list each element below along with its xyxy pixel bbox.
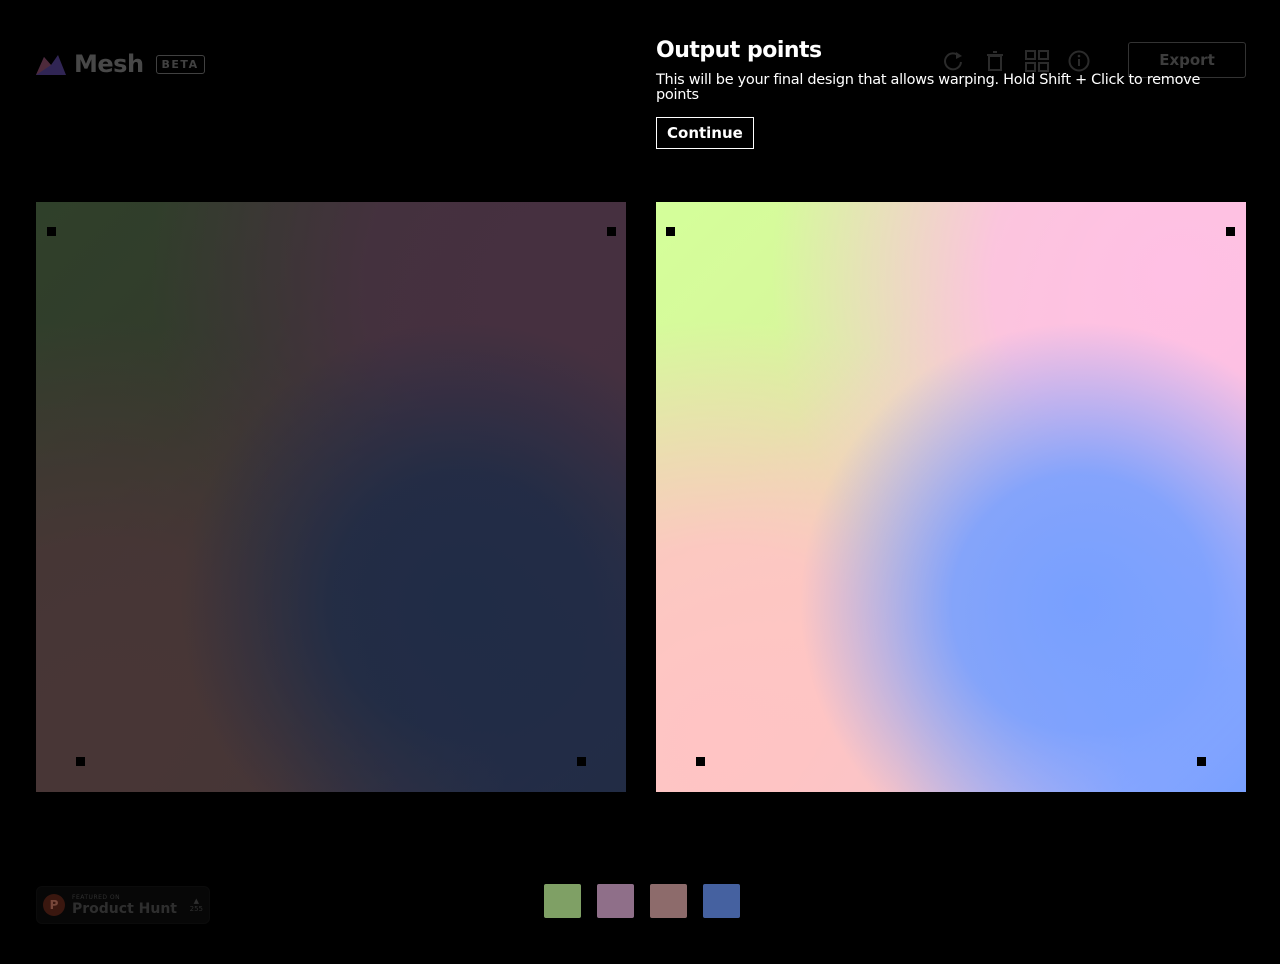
output-canvas[interactable] [656,202,1246,792]
output-point[interactable] [666,227,675,236]
output-gradient [656,202,1246,792]
input-canvas[interactable] [36,202,626,792]
input-gradient [36,202,626,792]
control-point[interactable] [607,227,616,236]
mesh-logo-icon [36,55,66,75]
output-point[interactable] [1197,757,1206,766]
vote-number: 255 [189,905,203,913]
product-hunt-icon: P [43,894,65,916]
upvote-icon: ▲ [193,897,199,905]
beta-badge: BETA [155,54,205,74]
instruction-description: This will be your final design that allo… [656,72,1201,103]
color-swatches [544,884,740,918]
product-hunt-badge[interactable]: P FEATURED ON Product Hunt ▲ 255 [36,886,210,924]
instruction-panel: Output points This will be your final de… [656,38,1246,149]
app-name: Mesh [74,50,144,78]
color-swatch[interactable] [650,884,687,918]
product-hunt-name: Product Hunt [72,900,177,917]
output-point[interactable] [696,757,705,766]
control-point[interactable] [47,227,56,236]
control-point[interactable] [577,757,586,766]
color-swatch[interactable] [703,884,740,918]
vote-count: ▲ 255 [190,897,203,913]
color-swatch[interactable] [597,884,634,918]
instruction-title: Output points [656,38,822,63]
control-point[interactable] [76,757,85,766]
app-logo: Mesh BETA [36,50,205,78]
product-hunt-text: FEATURED ON Product Hunt [72,894,177,917]
continue-button[interactable]: Continue [656,117,754,149]
color-swatch[interactable] [544,884,581,918]
featured-label: FEATURED ON [72,893,121,901]
output-point[interactable] [1226,227,1235,236]
